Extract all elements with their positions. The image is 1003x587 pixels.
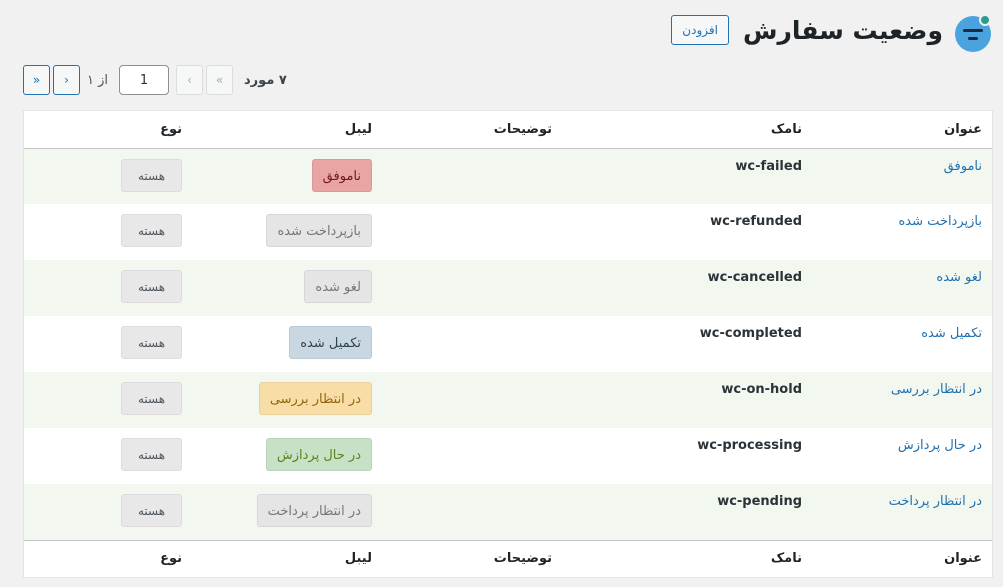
slug-cell: wc-refunded — [562, 204, 812, 260]
type-cell: هسته — [24, 204, 192, 260]
label-cell: لغو شده — [192, 260, 382, 316]
status-label-badge: بازپرداخت شده — [266, 214, 372, 247]
status-slug: wc-cancelled — [707, 270, 802, 285]
status-slug: wc-on-hold — [721, 382, 802, 397]
table-row: ناموفق wc-failed ناموفق هسته — [24, 148, 992, 204]
status-slug: wc-failed — [735, 158, 802, 174]
status-title-link[interactable]: در انتظار بررسی — [822, 372, 982, 397]
first-page-button: « — [206, 65, 234, 95]
type-cell: هسته — [24, 260, 192, 316]
column-header-description: توضیحات — [382, 111, 562, 149]
status-label-badge: تکمیل شده — [289, 326, 372, 359]
table-row: در انتظار پرداخت wc-pending در انتظار پردا… — [24, 484, 992, 540]
slug-cell: wc-failed — [562, 148, 812, 204]
table-footer-row: عنوان نامک توضیحات لیبل نوع — [24, 539, 992, 577]
column-header-type: نوع — [24, 111, 192, 149]
description-cell — [382, 316, 562, 372]
status-slug: wc-refunded — [710, 214, 802, 229]
status-title-link[interactable]: بازپرداخت شده — [822, 204, 982, 229]
slug-cell: wc-completed — [562, 316, 812, 372]
title-cell: ناموفق — [812, 148, 992, 204]
column-header-title[interactable]: عنوان — [812, 111, 992, 149]
label-cell: بازپرداخت شده — [192, 204, 382, 260]
title-cell: در انتظار بررسی — [812, 372, 992, 428]
pagination: » › از ۱ ‹ « ۷ مورد — [23, 65, 287, 95]
slug-cell: wc-pending — [562, 484, 812, 540]
table-row: تکمیل شده wc-completed تکمیل شده هسته — [24, 316, 992, 372]
table-row: لغو شده wc-cancelled لغو شده هسته — [24, 260, 992, 316]
type-cell: هسته — [24, 372, 192, 428]
table-row: در انتظار بررسی wc-on-hold در انتظار بررسی… — [24, 372, 992, 428]
status-slug: wc-pending — [717, 494, 802, 509]
description-cell — [382, 148, 562, 204]
type-core-badge: هسته — [121, 270, 182, 303]
type-core-badge: هسته — [121, 438, 182, 471]
table-header-row: عنوان نامک توضیحات لیبل نوع — [24, 111, 992, 149]
title-cell: در حال پردازش — [812, 428, 992, 484]
column-header-slug: نامک — [562, 111, 812, 149]
page-title: وضعیت سفارش — [742, 15, 943, 45]
description-cell — [382, 484, 562, 540]
description-cell — [382, 428, 562, 484]
column-footer-description: توضیحات — [382, 539, 562, 577]
column-footer-slug: نامک — [562, 539, 812, 577]
status-label-badge: در حال پردازش — [265, 438, 372, 471]
title-cell: لغو شده — [812, 260, 992, 316]
page-total-text: از ۱ — [87, 72, 109, 88]
add-new-button[interactable]: افزودن — [671, 15, 729, 45]
title-cell: بازپرداخت شده — [812, 204, 992, 260]
type-core-badge: هسته — [121, 214, 182, 247]
type-cell: هسته — [24, 484, 192, 540]
label-cell: در انتظار پرداخت — [192, 484, 382, 540]
type-core-badge: هسته — [121, 326, 182, 359]
status-label-badge: ناموفق — [311, 158, 372, 192]
type-core-badge: هسته — [121, 494, 182, 527]
items-count: ۷ مورد — [244, 72, 287, 88]
label-cell: در انتظار بررسی — [192, 372, 382, 428]
prev-page-button: ‹ — [176, 65, 204, 95]
table-row: بازپرداخت شده wc-refunded بازپرداخت شده هست… — [24, 204, 992, 260]
title-cell: تکمیل شده — [812, 316, 992, 372]
slug-cell: wc-on-hold — [562, 372, 812, 428]
plugin-logo-icon — [951, 10, 991, 52]
status-title-link[interactable]: در حال پردازش — [822, 428, 982, 453]
status-label-badge: لغو شده — [304, 270, 372, 303]
slug-cell: wc-processing — [562, 428, 812, 484]
description-cell — [382, 372, 562, 428]
column-footer-title[interactable]: عنوان — [812, 539, 992, 577]
status-title-link[interactable]: در انتظار پرداخت — [822, 484, 982, 509]
last-page-button[interactable]: » — [23, 65, 50, 95]
type-cell: هسته — [24, 148, 192, 204]
description-cell — [382, 204, 562, 260]
status-title-link[interactable]: تکمیل شده — [822, 316, 982, 341]
status-slug: wc-processing — [697, 438, 802, 453]
status-title-link[interactable]: لغو شده — [822, 260, 982, 285]
label-cell: در حال پردازش — [192, 428, 382, 484]
status-slug: wc-completed — [699, 326, 802, 341]
type-core-badge: هسته — [121, 382, 182, 415]
type-cell: هسته — [24, 316, 192, 372]
label-cell: ناموفق — [192, 148, 382, 204]
type-cell: هسته — [24, 428, 192, 484]
current-page-input[interactable] — [119, 65, 170, 95]
table-row: در حال پردازش wc-processing در حال پردازش ه… — [24, 428, 992, 484]
next-page-button[interactable]: › — [53, 65, 80, 95]
description-cell — [382, 260, 562, 316]
status-title-link[interactable]: ناموفق — [822, 149, 982, 174]
column-footer-label: لیبل — [192, 539, 382, 577]
title-cell: در انتظار پرداخت — [812, 484, 992, 540]
status-label-badge: در انتظار پرداخت — [256, 494, 372, 527]
page-header: وضعیت سفارش افزودن — [12, 8, 991, 52]
order-status-table: عنوان نامک توضیحات لیبل نوع ناموفق wc-fai… — [23, 110, 993, 578]
type-core-badge: هسته — [121, 158, 182, 192]
status-label-badge: در انتظار بررسی — [258, 382, 372, 415]
column-header-label: لیبل — [192, 111, 382, 149]
label-cell: تکمیل شده — [192, 316, 382, 372]
slug-cell: wc-cancelled — [562, 260, 812, 316]
column-footer-type: نوع — [24, 539, 192, 577]
